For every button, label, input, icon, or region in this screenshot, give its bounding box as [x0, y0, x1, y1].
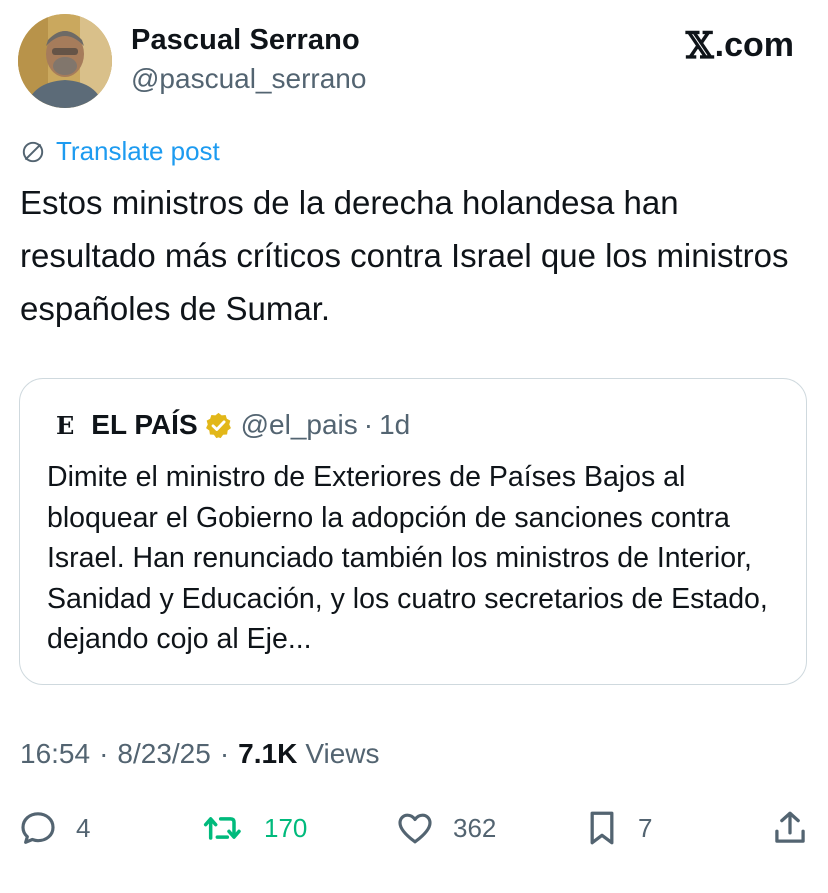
- post-meta: 16:54 · 8/23/25 · 7.1K Views: [20, 738, 380, 770]
- reply-count: 4: [76, 812, 91, 843]
- post-text: Estos ministros de la derecha holandesa …: [20, 184, 789, 327]
- globe-icon: [22, 141, 44, 162]
- translate-post-label: Translate post: [56, 136, 220, 166]
- author-display-name[interactable]: Pascual Serrano: [131, 24, 360, 57]
- action-bar: 4 170 362 7: [0, 800, 828, 856]
- heart-icon: [398, 813, 432, 844]
- reply-button[interactable]: 4: [18, 800, 90, 856]
- gold-verified-badge-icon: [205, 412, 231, 438]
- like-count: 362: [453, 812, 497, 843]
- share-icon: [775, 811, 805, 843]
- el-pais-logo: E: [56, 410, 75, 440]
- quoted-post-card[interactable]: E EL PAÍS @el_pais · 1d Dimite el minist…: [19, 378, 807, 685]
- views-count: 7.1K: [238, 738, 298, 769]
- post-date[interactable]: 8/23/25: [117, 738, 210, 770]
- repost-button[interactable]: 170: [202, 800, 307, 856]
- quoted-author-name: EL PAÍS: [91, 409, 198, 440]
- reply-icon: [21, 812, 55, 844]
- author-handle[interactable]: @pascual_serrano: [131, 63, 366, 95]
- x-com-logo: 𝕏 .com: [686, 26, 794, 65]
- repost-count: 170: [264, 812, 308, 843]
- avatar[interactable]: [18, 14, 112, 108]
- bookmark-icon: [590, 811, 614, 845]
- quoted-separator: ·: [363, 409, 374, 440]
- like-button[interactable]: 362: [395, 800, 496, 856]
- meta-separator: ·: [99, 738, 109, 769]
- profile-photo: [18, 14, 112, 108]
- quoted-post-header: E EL PAÍS @el_pais · 1d: [56, 409, 410, 441]
- meta-separator: ·: [219, 738, 230, 769]
- x-logo-icon: 𝕏: [685, 24, 714, 67]
- quoted-post-text: Dimite el ministro de Exteriores de País…: [47, 461, 768, 655]
- translate-post-link[interactable]: Translate post: [20, 136, 220, 167]
- quoted-post-time: 1d: [379, 409, 411, 440]
- quoted-author-handle: @el_pais: [240, 409, 358, 440]
- views-label: Views: [305, 738, 380, 769]
- share-button[interactable]: [772, 800, 808, 856]
- bookmark-button[interactable]: 7: [584, 800, 652, 856]
- post-time[interactable]: 16:54: [20, 738, 90, 770]
- repost-icon: [203, 817, 241, 840]
- x-logo-suffix: .com: [714, 26, 794, 64]
- bookmark-count: 7: [638, 812, 653, 843]
